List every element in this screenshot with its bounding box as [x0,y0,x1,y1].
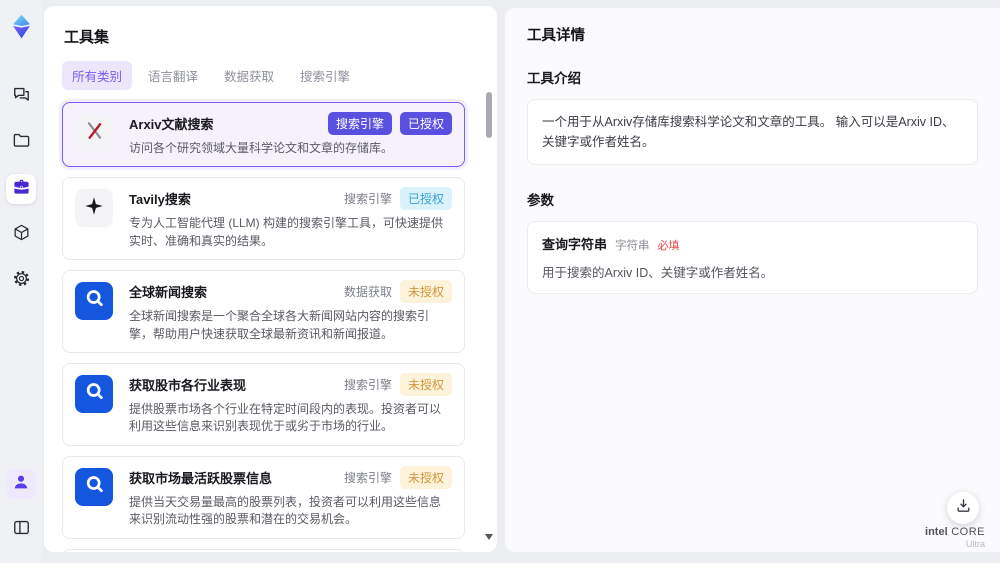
tool-description: 提供股票市场各个行业在特定时间段内的表现。投资者可以利用这些信息来识别表现优于或… [129,401,442,434]
tool-description: 全球新闻搜索是一个聚合全球各大新闻网站内容的搜索引擎，帮助用户快速获取全球最新资… [129,309,430,341]
category-tab[interactable]: 数据获取 [214,61,284,90]
download-icon [955,497,972,519]
news-search-icon [82,472,107,502]
category-tab[interactable]: 所有类别 [62,61,133,90]
panel-icon [12,518,31,542]
sidebar-top-nav [6,74,36,304]
user-icon [12,473,30,496]
folder-icon [12,131,31,155]
tool-title: 全球新闻搜索 [129,285,208,301]
scrollbar-thumb[interactable] [486,92,492,138]
tool-auth-badge: 未授权 [399,465,452,489]
tool-list-item[interactable]: 万维地区新闻查询 搜索引擎 未授权 查询具体行政区划内的新闻，快速了解各地新闻动 [62,548,465,552]
arxiv-icon [83,119,106,147]
tool-category-badge: 数据获取 [343,285,392,300]
tool-auth-badge: 已授权 [399,187,452,211]
tool-title: Arxiv文献搜索 [129,117,214,132]
param-item: 查询字符串 字符串 必填 用于搜索的Arxiv ID、关键字或作者姓名。 [527,221,978,294]
page-title: 工具集 [64,29,110,46]
app-logo[interactable] [6,14,36,44]
tool-list-item[interactable]: 获取股市各行业表现 搜索引擎 未授权 提供股票市场各个行业在特定时间段内的表现。… [62,362,465,446]
param-list: 查询字符串 字符串 必填 用于搜索的Arxiv ID、关键字或作者姓名。 [527,221,978,294]
sidebar-nav-button[interactable] [6,266,36,296]
logo-gem-icon [8,13,35,45]
category-tab[interactable]: 搜索引擎 [290,61,360,90]
tool-intro-text: 一个用于从Arxiv存储库搜索科学论文和文章的工具。 输入可以是Arxiv ID… [527,99,978,165]
intel-brand-text: intel [925,526,948,538]
tool-list-item[interactable]: 获取市场最活跃股票信息 搜索引擎 未授权 提供当天交易量最高的股票列表，投资者可… [62,455,465,539]
tool-detail-panel: 工具详情 工具介绍 一个用于从Arxiv存储库搜索科学论文和文章的工具。 输入可… [505,8,1000,552]
download-button[interactable] [947,492,979,524]
param-type: 字符串 [615,240,650,252]
chat-icon [12,85,31,109]
sidebar-nav-button[interactable] [6,515,36,545]
tool-title: 获取股市各行业表现 [129,377,247,393]
tool-category-badge: 搜索引擎 [327,112,392,135]
tool-category-badge: 搜索引擎 [343,470,392,485]
tool-list-item[interactable]: 全球新闻搜索 数据获取 未授权 全球新闻搜索是一个聚合全球各大新闻网站内容的搜索… [62,270,465,353]
intro-heading: 工具介绍 [527,71,581,86]
tool-category-badge: 搜索引擎 [343,377,392,392]
tool-auth-badge: 已授权 [399,112,452,135]
tools-panel: 工具集 所有类别 语言翻译 数据获取 搜索引擎 Arxiv文献搜索 搜索引擎 已… [44,6,497,552]
tab-label: 所有类别 [72,70,123,84]
sidebar-nav-button[interactable] [6,82,36,112]
intel-core-badge: intel CORE Ultra [925,526,985,549]
tool-category-badge: 搜索引擎 [343,192,392,207]
tool-list: Arxiv文献搜索 搜索引擎 已授权 访问各个研究领域大量科学论文和文章的存储库… [62,102,479,552]
news-search-icon [82,286,107,316]
tool-auth-badge: 未授权 [399,372,452,396]
gear-icon [12,269,31,293]
tool-title: Tavily搜索 [129,192,191,208]
briefcase-icon [12,177,31,201]
sidebar-bottom-nav [6,461,36,553]
tab-label: 搜索引擎 [300,70,351,84]
param-name: 查询字符串 [542,237,608,252]
scroll-down-arrow-icon[interactable] [485,534,493,540]
intel-ultra-text: Ultra [965,539,985,549]
param-required-badge: 必填 [657,240,680,252]
tool-list-item[interactable]: Tavily搜索 搜索引擎 已授权 专为人工智能代理 (LLM) 构建的搜索引擎… [62,177,465,261]
params-heading: 参数 [527,193,554,208]
intel-core-text: CORE [951,526,985,538]
tool-description: 访问各个研究领域大量科学论文和文章的存储库。 [129,141,394,155]
news-search-icon [82,379,107,409]
category-tab[interactable]: 语言翻译 [138,61,208,90]
detail-title: 工具详情 [527,28,585,44]
tool-description: 专为人工智能代理 (LLM) 构建的搜索引擎工具，可快速提供实时、准确和真实的结… [129,216,444,248]
tool-auth-badge: 未授权 [399,280,452,304]
tab-label: 数据获取 [224,70,275,84]
tool-description: 提供当天交易量最高的股票列表，投资者可以利用这些信息来识别流动性强的股票和潜在的… [129,494,442,527]
tavily-icon [83,195,105,222]
tool-title: 获取市场最活跃股票信息 [129,470,273,486]
sidebar-nav-button[interactable] [6,174,36,204]
tool-list-item[interactable]: Arxiv文献搜索 搜索引擎 已授权 访问各个研究领域大量科学论文和文章的存储库… [62,102,465,168]
cube-icon [12,223,31,247]
param-description: 用于搜索的Arxiv ID、关键字或作者姓名。 [542,266,774,280]
sidebar-nav-button[interactable] [6,469,36,499]
sidebar-nav-button[interactable] [6,220,36,250]
tab-label: 语言翻译 [148,70,199,84]
sidebar-nav-button[interactable] [6,128,36,158]
sidebar [0,0,42,563]
category-tabs: 所有类别 语言翻译 数据获取 搜索引擎 [62,61,479,90]
